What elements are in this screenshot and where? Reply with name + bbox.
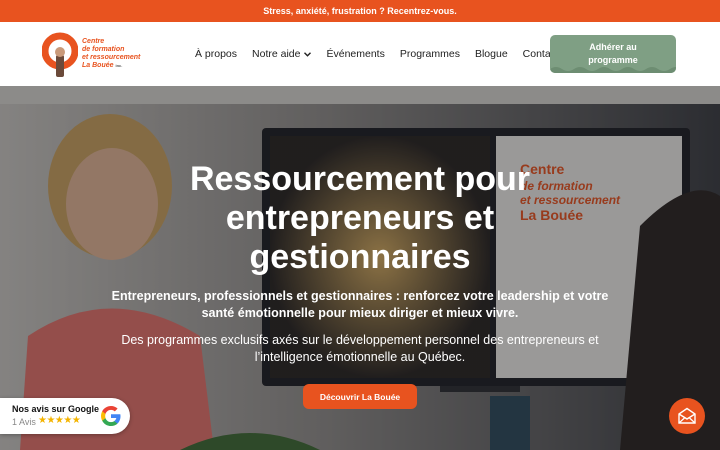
nav-item-evenements[interactable]: Événements <box>326 48 384 60</box>
wave-decoration-icon <box>550 67 676 73</box>
nav-item-notre-aide[interactable]: Notre aide <box>252 48 312 60</box>
cta-line-2: programme <box>588 55 638 65</box>
announcement-text: Stress, anxiété, frustration ? Recentrez… <box>263 6 457 16</box>
nav-label: Événements <box>326 48 385 60</box>
hero-description: Des programmes exclusifs axés sur le dév… <box>121 333 599 364</box>
join-program-button[interactable]: Adhérer au programme <box>550 35 676 73</box>
discover-button[interactable]: Découvrir La Bouée <box>303 384 417 409</box>
google-reviews-badge[interactable]: Nos avis sur Google 1 Avis ★★★★★ <box>0 398 130 434</box>
reviews-title: Nos avis sur Google <box>12 404 100 414</box>
nav-item-blogue[interactable]: Blogue <box>475 48 508 60</box>
chevron-down-icon <box>304 50 312 59</box>
nav-item-a-propos[interactable]: À propos <box>195 48 237 60</box>
logo-text: Centre de formation et ressourcement La … <box>82 38 140 70</box>
buoy-logo-icon <box>41 31 79 77</box>
nav-label: À propos <box>195 48 238 60</box>
hero-title: Ressourcement pour entrepreneurs et gest… <box>189 160 531 276</box>
nav-label: Programmes <box>399 48 460 60</box>
reviews-count: 1 Avis <box>12 417 36 427</box>
nav-label: Notre aide <box>252 48 301 60</box>
mail-icon <box>678 407 696 424</box>
main-nav: À propos Notre aide Événements Programme… <box>195 22 574 86</box>
rating-stars: ★★★★★ <box>38 415 81 426</box>
cta-line-1: Adhérer au <box>589 42 637 52</box>
hero-subtitle: Entrepreneurs, professionnels et gestion… <box>111 289 609 320</box>
logo-line-3: et ressourcement <box>82 54 141 61</box>
google-icon <box>101 406 121 426</box>
nav-item-programmes[interactable]: Programmes <box>400 48 460 60</box>
site-header: Centre de formation et ressourcement La … <box>0 22 720 86</box>
logo-line-2: de formation <box>82 46 125 53</box>
nav-label: Blogue <box>474 48 508 60</box>
logo-line-4: La Bouée <box>82 62 114 69</box>
logo-suffix: inc. <box>115 63 123 68</box>
hero-section: Centre de formation et ressourcement La … <box>0 86 720 450</box>
contact-mail-button[interactable] <box>669 398 705 434</box>
logo-line-1: Centre <box>82 38 105 45</box>
announcement-bar: Stress, anxiété, frustration ? Recentrez… <box>0 0 720 22</box>
site-logo[interactable]: Centre de formation et ressourcement La … <box>41 28 152 80</box>
